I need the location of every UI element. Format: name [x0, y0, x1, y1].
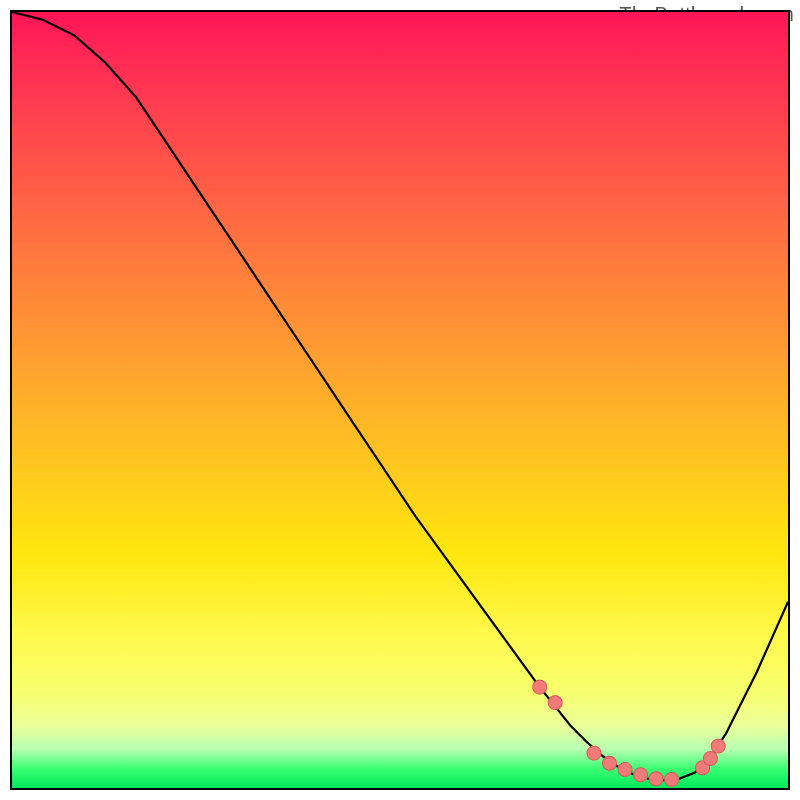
marker-dot [703, 752, 717, 766]
marker-dot [603, 756, 617, 770]
marker-dot [618, 762, 632, 776]
marker-dot [587, 746, 601, 760]
curve-markers [533, 680, 726, 786]
chart-container: TheBottleneck.com [0, 0, 800, 800]
marker-dot [649, 772, 663, 786]
plot-area [10, 10, 790, 790]
marker-dot [665, 773, 679, 787]
marker-dot [711, 739, 725, 753]
bottleneck-curve [12, 12, 788, 788]
marker-dot [634, 768, 648, 782]
curve-line [12, 12, 788, 780]
marker-dot [548, 696, 562, 710]
marker-dot [533, 680, 547, 694]
